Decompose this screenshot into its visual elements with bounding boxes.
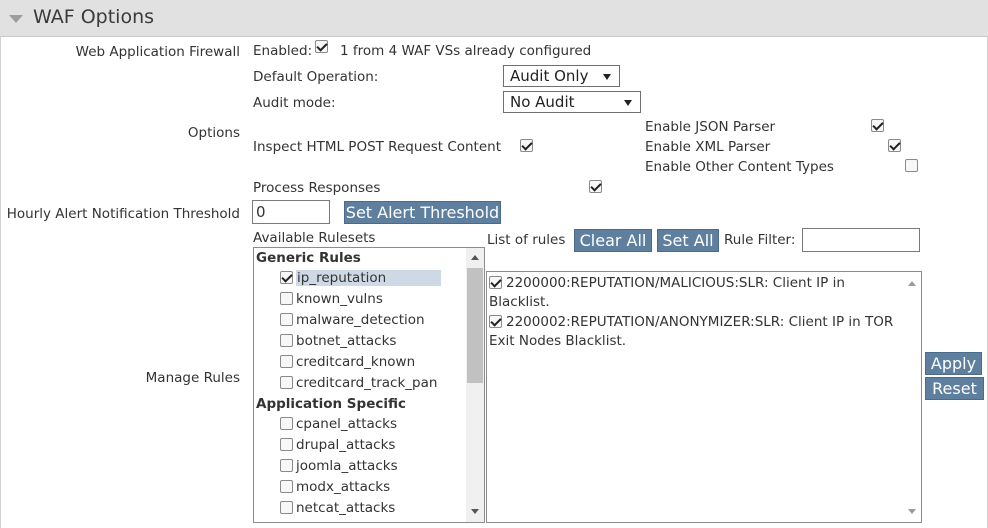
audit-mode-value: No Audit — [510, 93, 575, 111]
rule-text: 2200000:REPUTATION/MALICIOUS:SLR: Client… — [489, 275, 845, 310]
enabled-checkbox[interactable] — [315, 40, 328, 53]
ruleset-label: drupal_attacks — [296, 437, 396, 453]
enable-other-checkbox[interactable] — [905, 159, 919, 172]
scroll-up-icon[interactable] — [908, 281, 916, 286]
section-header[interactable]: WAF Options — [0, 0, 988, 37]
ruleset-label: cpanel_attacks — [296, 416, 398, 432]
ruleset-item[interactable]: modx_attacks — [280, 479, 390, 495]
ruleset-label: joomla_attacks — [296, 458, 398, 474]
ruleset-checkbox[interactable] — [280, 459, 293, 472]
ruleset-label: known_vulns — [296, 291, 383, 307]
ruleset-checkbox[interactable] — [280, 480, 293, 493]
ruleset-item[interactable]: malware_detection — [280, 312, 425, 328]
enable-other-label: Enable Other Content Types — [645, 159, 834, 175]
available-rulesets-label: Available Rulesets — [253, 230, 376, 246]
ruleset-item[interactable]: ip_reputation — [280, 270, 441, 286]
group-application-specific: Application Specific — [256, 396, 406, 412]
default-operation-select[interactable]: Audit Only — [503, 65, 620, 87]
rules-listbox[interactable]: 2200000:REPUTATION/MALICIOUS:SLR: Client… — [486, 271, 922, 523]
ruleset-checkbox[interactable] — [280, 334, 293, 347]
options-label: Options — [187, 125, 240, 141]
rule-checkbox[interactable] — [489, 276, 502, 289]
ruleset-item[interactable]: cpanel_attacks — [280, 416, 397, 432]
ruleset-item[interactable]: joomla_attacks — [280, 458, 398, 474]
default-operation-label: Default Operation: — [253, 69, 379, 85]
alert-threshold-label: Hourly Alert Notification Threshold — [6, 206, 240, 222]
ruleset-checkbox[interactable] — [280, 501, 293, 514]
rules-scrollbar[interactable] — [903, 272, 921, 522]
ruleset-item[interactable]: netcat_attacks — [280, 500, 395, 516]
ruleset-label: ip_reputation — [296, 270, 441, 286]
group-generic-rules: Generic Rules — [256, 250, 361, 266]
scroll-up-icon[interactable] — [471, 255, 479, 260]
audit-mode-select[interactable]: No Audit — [503, 91, 641, 113]
enable-xml-checkbox[interactable] — [887, 139, 901, 152]
rulesets-scrollbar[interactable] — [466, 248, 484, 522]
set-alert-threshold-button[interactable]: Set Alert Threshold — [344, 201, 501, 224]
process-responses-checkbox[interactable] — [589, 180, 603, 193]
ruleset-label: malware_detection — [296, 312, 425, 328]
ruleset-checkbox[interactable] — [280, 292, 293, 305]
manage-rules-label: Manage Rules — [145, 370, 240, 386]
ruleset-item[interactable]: botnet_attacks — [280, 333, 396, 349]
inspect-html-post-checkbox[interactable] — [520, 139, 534, 152]
enable-json-label: Enable JSON Parser — [645, 119, 776, 135]
enabled-label: Enabled: — [253, 43, 313, 59]
ruleset-checkbox[interactable] — [280, 376, 293, 389]
audit-mode-label: Audit mode: — [253, 95, 336, 111]
available-rulesets-listbox[interactable]: Generic Rules ip_reputation known_vulns … — [253, 247, 485, 523]
ruleset-label: creditcard_track_pan — [296, 375, 438, 391]
clear-all-button[interactable]: Clear All — [574, 229, 652, 252]
chevron-down-icon — [624, 100, 632, 106]
rule-filter-input[interactable] — [802, 228, 920, 252]
enable-json-checkbox[interactable] — [870, 119, 884, 132]
ruleset-checkbox[interactable] — [280, 313, 293, 326]
scroll-thumb[interactable] — [467, 268, 483, 383]
ruleset-label: netcat_attacks — [296, 500, 396, 516]
process-responses-label: Process Responses — [253, 180, 381, 196]
reset-button[interactable]: Reset — [925, 377, 984, 400]
set-all-button[interactable]: Set All — [657, 229, 719, 252]
ruleset-item[interactable]: creditcard_track_pan — [280, 375, 437, 391]
ruleset-label: creditcard_known — [296, 354, 416, 370]
ruleset-checkbox[interactable] — [280, 438, 293, 451]
ruleset-item[interactable]: creditcard_known — [280, 354, 415, 370]
rule-item[interactable]: 2200002:REPUTATION/ANONYMIZER:SLR: Clien… — [489, 313, 899, 351]
inspect-html-post-label: Inspect HTML POST Request Content — [253, 139, 502, 155]
rule-checkbox[interactable] — [489, 315, 502, 328]
ruleset-checkbox[interactable] — [280, 271, 293, 284]
ruleset-label: modx_attacks — [296, 479, 391, 495]
ruleset-item[interactable]: drupal_attacks — [280, 437, 395, 453]
alert-threshold-input[interactable]: 0 — [252, 200, 330, 224]
waf-label: Web Application Firewall — [75, 44, 240, 60]
rule-item[interactable]: 2200000:REPUTATION/MALICIOUS:SLR: Client… — [489, 274, 899, 312]
ruleset-checkbox[interactable] — [280, 417, 293, 430]
waf-status-text: 1 from 4 WAF VSs already configured — [340, 43, 592, 59]
scroll-down-icon[interactable] — [908, 509, 916, 514]
enable-xml-label: Enable XML Parser — [645, 139, 771, 155]
list-of-rules-label: List of rules — [487, 232, 566, 248]
chevron-down-icon — [603, 74, 611, 80]
collapse-triangle-icon[interactable] — [9, 15, 23, 23]
ruleset-checkbox[interactable] — [280, 355, 293, 368]
ruleset-item[interactable]: known_vulns — [280, 291, 383, 307]
rule-filter-label: Rule Filter: — [724, 232, 796, 248]
default-operation-value: Audit Only — [510, 67, 589, 85]
section-title: WAF Options — [33, 6, 155, 28]
scroll-down-icon[interactable] — [471, 509, 479, 514]
rule-text: 2200002:REPUTATION/ANONYMIZER:SLR: Clien… — [489, 314, 894, 349]
ruleset-label: botnet_attacks — [296, 333, 397, 349]
apply-button[interactable]: Apply — [925, 352, 982, 375]
